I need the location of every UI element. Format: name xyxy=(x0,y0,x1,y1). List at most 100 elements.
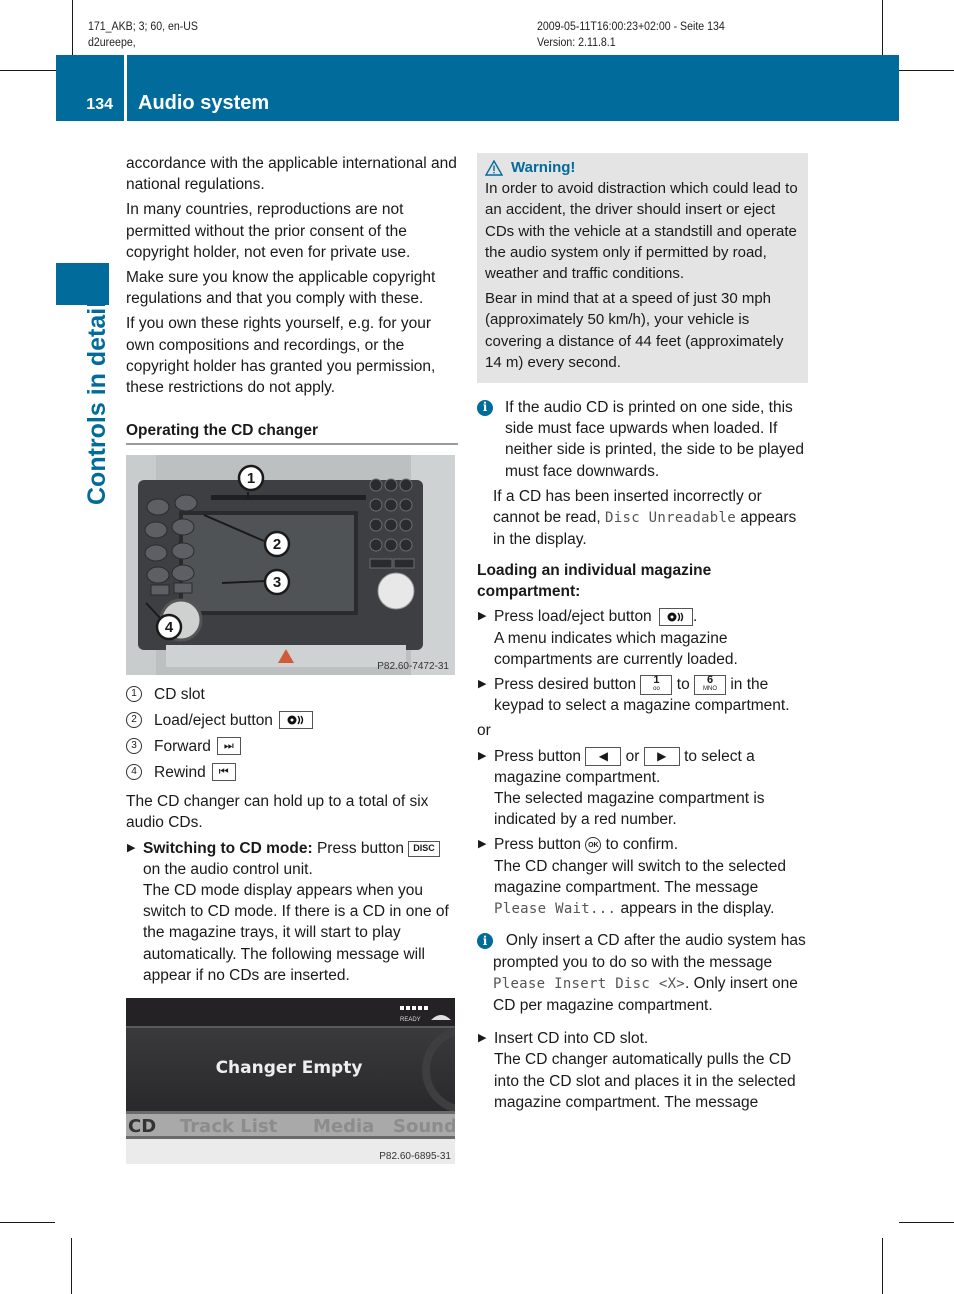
key-sub: oo xyxy=(653,685,660,692)
menu-tab-sound: Sound xyxy=(393,1116,455,1137)
step-text: to confirm. xyxy=(605,836,679,854)
paragraph: In many countries, reproductions are not… xyxy=(126,201,411,261)
step-result: The CD changer will switch to the select… xyxy=(494,856,808,921)
figure-code: P82.60-7472-31 xyxy=(377,661,449,672)
step-result: The CD mode display appears when you swi… xyxy=(143,882,449,984)
disc-key-icon: DISC xyxy=(408,840,440,857)
paragraph: The CD changer can hold up to a total of… xyxy=(126,793,429,832)
left-column: accordance with the applicable internati… xyxy=(126,153,458,1165)
section-title: Audio system xyxy=(138,92,270,114)
legend-label: CD slot xyxy=(154,685,205,703)
load-eject-key-icon xyxy=(659,608,693,627)
step-text-part: Press button xyxy=(312,839,404,857)
info-icon: i xyxy=(477,933,493,950)
warning-triangle-icon xyxy=(485,159,503,176)
key-number: 6 xyxy=(706,673,714,686)
step-text-part: The CD changer will switch to the select… xyxy=(494,857,787,896)
meta-line: Version: 2.11.8.1 xyxy=(537,37,616,49)
meta-line: 2009-05-11T16:00:23+02:00 - Seite 134 xyxy=(537,21,725,33)
menu-tab-track-list: Track List xyxy=(180,1116,278,1137)
info-text: Only insert a CD after the audio system … xyxy=(493,930,808,1016)
circled-number: 4 xyxy=(126,764,142,781)
circled-number: 1 xyxy=(126,686,142,703)
crop-mark xyxy=(0,1222,55,1223)
keypad-6-key-icon: 6 MNO xyxy=(694,673,727,695)
callout-2: 2 xyxy=(273,536,281,553)
paragraph: Make sure you know the applicable copyri… xyxy=(126,269,436,308)
page-number: 134 xyxy=(86,96,113,113)
legend-item: 2 Load/eject button xyxy=(126,707,458,733)
page-number-block: 134 xyxy=(56,55,124,121)
step-result: The CD changer automatically pulls the C… xyxy=(494,1051,796,1111)
changer-empty-display: READY Changer Empty CD Track List Media … xyxy=(126,998,455,1165)
display-message-code: Please Wait... xyxy=(494,901,617,918)
info-text-part: If the audio CD is printed on one side, … xyxy=(505,399,804,480)
audio-unit-illustration: 1 2 3 4 P82.60-7472-31 xyxy=(126,455,455,676)
step-text: Insert CD into CD slot. xyxy=(494,1030,649,1048)
rewind-key-icon: ⏮ xyxy=(211,763,236,782)
info-note: i If the audio CD is printed on one side… xyxy=(477,397,808,550)
section-heading: Operating the CD changer xyxy=(126,420,458,446)
info-icon: i xyxy=(477,400,493,417)
status-text: READY xyxy=(400,1017,421,1023)
crop-mark xyxy=(71,1238,72,1294)
instruction-step: Press button OK to confirm. The CD chang… xyxy=(477,834,808,920)
warning-title: Warning! xyxy=(485,157,800,178)
display-message: Changer Empty xyxy=(216,1058,363,1078)
section-heading: Loading an individual magazine compartme… xyxy=(477,562,712,601)
legend-item: 1 CD slot xyxy=(126,681,458,707)
section-header: Audio system xyxy=(127,55,899,121)
circled-number: 2 xyxy=(126,712,142,729)
step-text-part: appears in the display. xyxy=(616,900,775,918)
info-text: If the audio CD is printed on one side, … xyxy=(493,397,808,482)
load-eject-key-icon xyxy=(278,711,313,730)
instruction-step: Press load/eject button . A menu indicat… xyxy=(477,606,808,670)
paragraph: accordance with the applicable internati… xyxy=(126,155,457,194)
step-result: A menu indicates which magazine compartm… xyxy=(494,629,738,668)
display-message-code: Please Insert Disc <X> xyxy=(493,975,686,992)
crop-mark xyxy=(899,1222,954,1223)
legend-item: 3 Forward ⏭ xyxy=(126,733,458,759)
right-arrow-key-icon: ▶ xyxy=(643,747,680,767)
keypad-1-key-icon: 1 oo xyxy=(640,673,673,695)
step-text: Press button xyxy=(494,836,582,854)
step-label: Switching to CD mode: xyxy=(143,839,313,857)
side-tab-block xyxy=(56,263,109,305)
legend-item: 4 Rewind ⏮ xyxy=(126,759,458,785)
figure-code: P82.60-6895-31 xyxy=(379,1151,451,1162)
warning-text: In order to avoid distraction which coul… xyxy=(485,180,798,283)
crop-mark xyxy=(882,0,883,56)
callout-3: 3 xyxy=(273,574,281,591)
circled-number: 3 xyxy=(126,738,142,755)
step-text: Press desired button xyxy=(494,676,637,694)
key-sub: MNO xyxy=(703,685,718,692)
instruction-step: Press button ◀ or ▶ to select a magazine… xyxy=(477,746,808,831)
callout-4: 4 xyxy=(165,619,174,636)
warning-text: Bear in mind that at a speed of just 30 … xyxy=(485,290,784,371)
callout-1: 1 xyxy=(247,470,255,487)
crop-mark xyxy=(72,0,73,56)
step-text: or xyxy=(625,747,640,765)
menu-tab-media: Media xyxy=(313,1116,374,1137)
meta-line: d2ureepe, xyxy=(88,37,136,49)
step-text: Press load/eject button xyxy=(494,608,652,626)
crop-mark xyxy=(882,1238,883,1294)
meta-line: 171_AKB; 3; 60, en-US xyxy=(88,21,198,33)
callout-legend: 1 CD slot 2 Load/eject button 3 Forward … xyxy=(126,681,458,785)
display-message-code: Disc Unreadable xyxy=(605,510,736,527)
menu-tab-cd: CD xyxy=(128,1116,156,1137)
key-number: 1 xyxy=(653,673,660,686)
warning-title-text: Warning! xyxy=(511,159,576,176)
or-separator: or xyxy=(477,722,491,740)
step-text: Switching to CD mode: Press button DISC … xyxy=(143,838,458,880)
instruction-step: Press desired button 1oo to 6MNO in the … xyxy=(477,674,808,716)
legend-label: Load/eject button xyxy=(154,711,273,729)
print-meta-left: 171_AKB; 3; 60, en-US d2ureepe, xyxy=(88,19,198,51)
crop-mark xyxy=(899,70,954,71)
step-text: . xyxy=(693,608,698,626)
info-text: If a CD has been inserted incorrectly or… xyxy=(493,486,808,551)
forward-key-icon: ⏭ xyxy=(216,737,241,756)
left-arrow-key-icon: ◀ xyxy=(585,747,622,767)
side-chapter-label: Controls in detail xyxy=(83,300,111,505)
print-meta-right: 2009-05-11T16:00:23+02:00 - Seite 134 Ve… xyxy=(537,19,725,51)
